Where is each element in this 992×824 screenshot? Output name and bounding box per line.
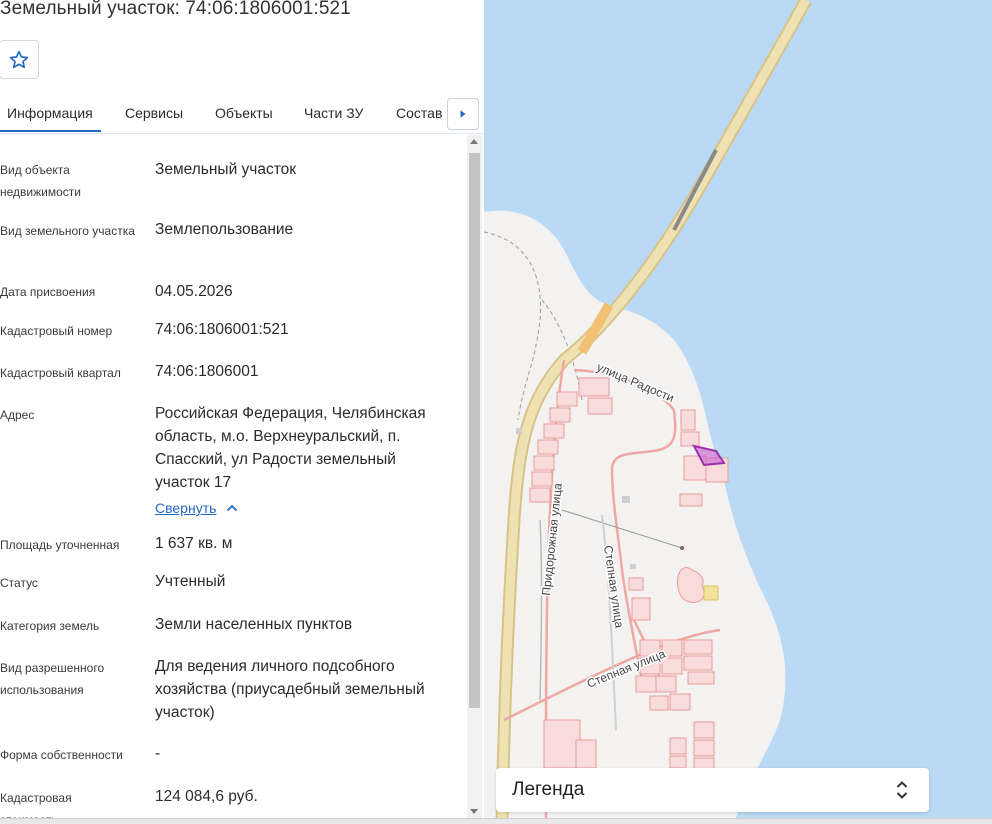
- row-label: Кадастровый квартал: [0, 366, 121, 380]
- info-panel: Земельный участок: 74:06:1806001:521 Инф…: [0, 0, 484, 824]
- map-canvas[interactable]: улица Радости Придорожная улица Степная …: [484, 0, 992, 824]
- row-label: Вид земельного участка: [0, 224, 135, 238]
- row-label: Вид разрешенного использования: [0, 661, 105, 697]
- page-title: Земельный участок: 74:06:1806001:521: [0, 0, 351, 19]
- row-value: 04.05.2026: [155, 283, 233, 300]
- scroll-up-arrow-icon[interactable]: [470, 139, 478, 144]
- tab-objects[interactable]: Объекты: [215, 105, 273, 121]
- row-value: 74:06:1806001:521: [155, 321, 289, 338]
- row-label: Статус: [0, 576, 38, 590]
- row-value: 1 637 кв. м: [155, 535, 233, 552]
- tab-bar: Информация Сервисы Объекты Части ЗУ Сост…: [0, 98, 484, 134]
- power-pole: [680, 546, 684, 550]
- bridge-segment: [672, 149, 718, 231]
- collapse-address-link[interactable]: Свернуть: [155, 500, 238, 516]
- favorite-button[interactable]: [0, 40, 39, 79]
- tab-information[interactable]: Информация: [7, 105, 93, 121]
- row-value: Земельный участок: [155, 161, 297, 178]
- row-label: Категория земель: [0, 619, 100, 633]
- scrollbar-thumb[interactable]: [469, 153, 480, 708]
- row-value: Учтенный: [155, 573, 226, 590]
- tab-composition[interactable]: Состав: [396, 105, 442, 121]
- legend-label: Легенда: [512, 779, 585, 800]
- caret-right-icon: [460, 110, 466, 118]
- scroll-down-arrow-icon[interactable]: [470, 809, 478, 814]
- row-value: Землепользование: [155, 221, 294, 238]
- window-bottom-edge: [0, 818, 992, 824]
- tab-services[interactable]: Сервисы: [125, 105, 183, 121]
- row-label: Дата присвоения: [0, 285, 96, 299]
- row-value: Земли населенных пунктов: [155, 616, 353, 633]
- row-label: Площадь уточненная: [0, 538, 120, 552]
- row-label: Кадастровый номер: [0, 324, 113, 338]
- info-list: Вид объекта недвижимости Земельный участ…: [0, 135, 466, 824]
- row-value: 74:06:1806001: [155, 363, 259, 380]
- tab-parcel-parts[interactable]: Части ЗУ: [304, 105, 363, 121]
- star-outline-icon: [9, 50, 29, 68]
- active-tab-indicator: [0, 130, 101, 132]
- map-view[interactable]: улица Радости Придорожная улица Степная …: [484, 0, 992, 824]
- row-label: Форма собственности: [0, 748, 123, 762]
- land-area: [484, 210, 786, 824]
- row-value: Для ведения личного подсобного хозяйства…: [155, 658, 425, 721]
- highlight-building: [703, 585, 719, 601]
- panel-scrollbar[interactable]: [467, 135, 482, 824]
- collapse-label: Свернуть: [155, 500, 217, 516]
- tabs-next-button[interactable]: [447, 98, 479, 130]
- row-label: Адрес: [0, 408, 35, 422]
- row-value: 124 084,6 руб.: [155, 788, 258, 805]
- row-label: Вид объекта недвижимости: [0, 163, 81, 199]
- legend-dropdown[interactable]: Легенда: [496, 768, 929, 812]
- row-value: Российская Федерация, Челябинская област…: [155, 405, 426, 491]
- chevron-up-down-icon[interactable]: [893, 778, 911, 802]
- row-value: -: [155, 745, 161, 762]
- chevron-up-icon: [227, 504, 238, 512]
